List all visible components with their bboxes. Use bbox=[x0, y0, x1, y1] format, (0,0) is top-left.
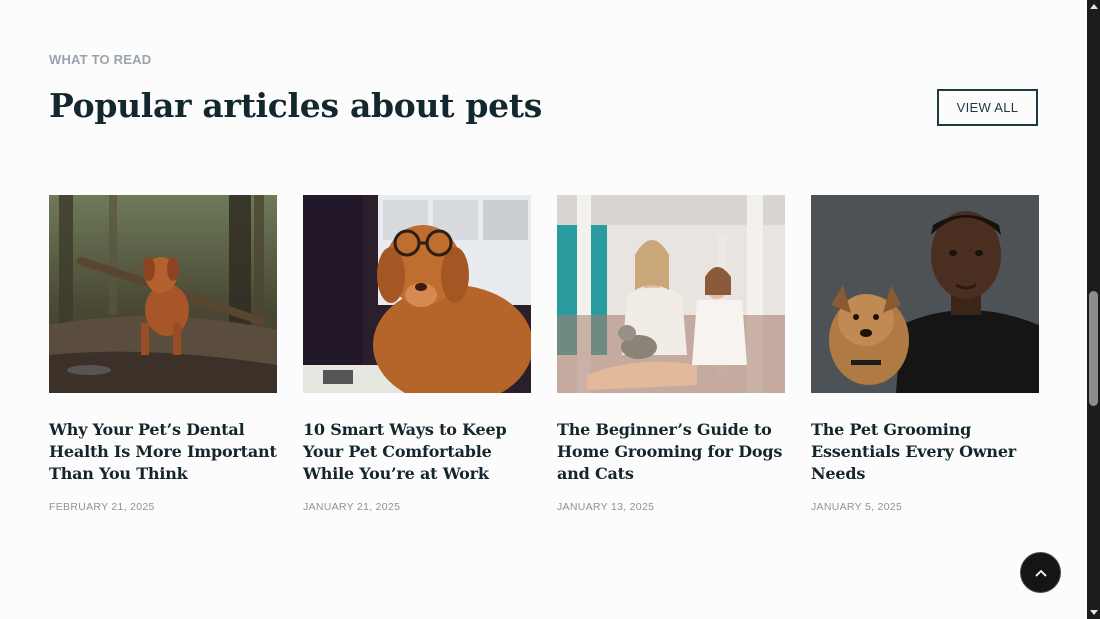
article-card[interactable]: The Pet Grooming Essentials Every Owner … bbox=[811, 195, 1039, 513]
back-to-top-button[interactable] bbox=[1020, 552, 1061, 593]
article-title[interactable]: Why Your Pet’s Dental Health Is More Imp… bbox=[49, 419, 277, 485]
scroll-down-arrow-icon[interactable] bbox=[1090, 610, 1098, 615]
man-with-dog-photo bbox=[811, 195, 1039, 393]
dog-with-stick-photo bbox=[49, 195, 277, 393]
article-card[interactable]: 10 Smart Ways to Keep Your Pet Comfortab… bbox=[303, 195, 531, 513]
article-title[interactable]: The Beginner’s Guide to Home Grooming fo… bbox=[557, 419, 785, 485]
article-date: JANUARY 5, 2025 bbox=[811, 501, 903, 513]
article-card[interactable]: Why Your Pet’s Dental Health Is More Imp… bbox=[49, 195, 277, 513]
article-title[interactable]: 10 Smart Ways to Keep Your Pet Comfortab… bbox=[303, 419, 531, 485]
article-date: JANUARY 21, 2025 bbox=[303, 501, 401, 513]
scrollbar-thumb[interactable] bbox=[1089, 291, 1098, 406]
articles-section: WHAT TO READ Popular articles about pets… bbox=[49, 0, 1039, 619]
article-date: FEBRUARY 21, 2025 bbox=[49, 501, 155, 513]
scroll-up-arrow-icon[interactable] bbox=[1090, 4, 1098, 9]
view-all-button[interactable]: VIEW ALL bbox=[937, 89, 1038, 126]
article-date: JANUARY 13, 2025 bbox=[557, 501, 655, 513]
article-image-dog-with-stick[interactable] bbox=[49, 195, 277, 393]
article-image-woman-child-cat[interactable] bbox=[557, 195, 785, 393]
woman-child-cat-photo bbox=[557, 195, 785, 393]
section-title: Popular articles about pets bbox=[49, 86, 543, 125]
article-title[interactable]: The Pet Grooming Essentials Every Owner … bbox=[811, 419, 1039, 485]
dog-with-glasses-photo bbox=[303, 195, 531, 393]
section-eyebrow: WHAT TO READ bbox=[49, 52, 152, 67]
chevron-up-icon bbox=[1035, 569, 1046, 576]
page: WHAT TO READ Popular articles about pets… bbox=[0, 0, 1100, 619]
article-list: Why Your Pet’s Dental Health Is More Imp… bbox=[49, 195, 1039, 513]
article-card[interactable]: The Beginner’s Guide to Home Grooming fo… bbox=[557, 195, 785, 513]
article-image-dog-with-glasses[interactable] bbox=[303, 195, 531, 393]
article-image-man-with-dog[interactable] bbox=[811, 195, 1039, 393]
page-scrollbar[interactable] bbox=[1087, 0, 1100, 619]
